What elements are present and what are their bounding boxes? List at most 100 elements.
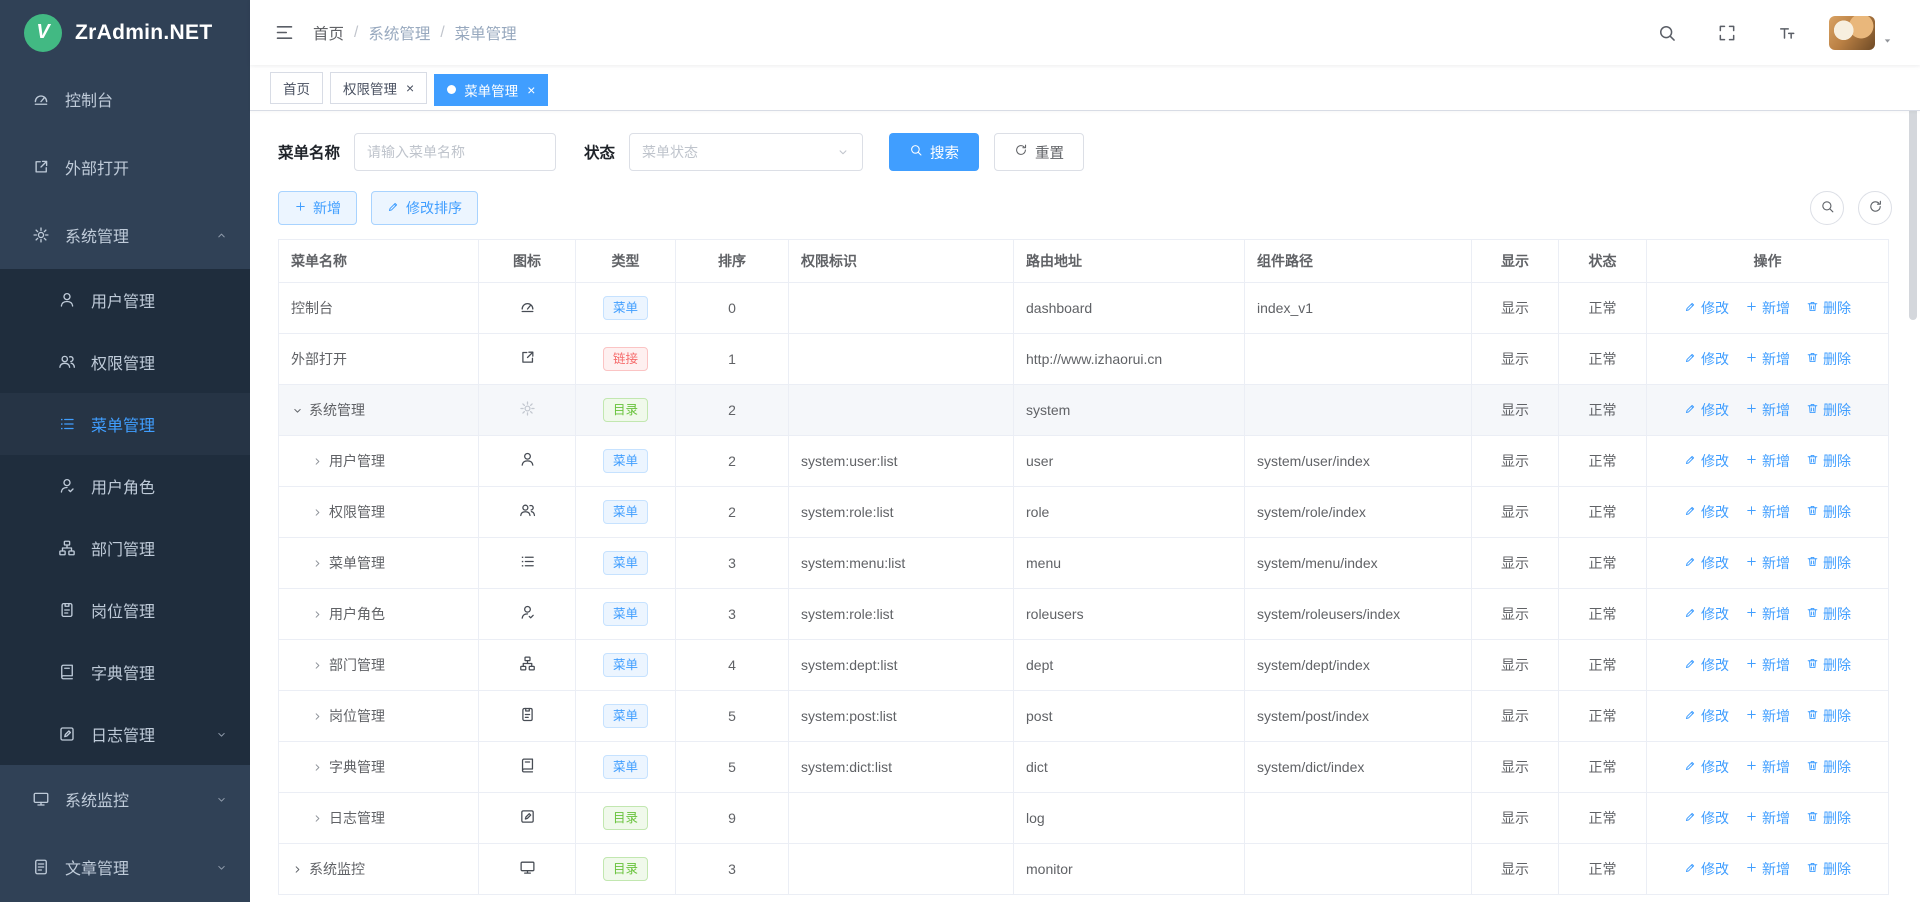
type-tag: 菜单 [603, 296, 648, 320]
table-row: 权限管理菜单2system:role:listrolesystem/role/i… [279, 487, 1889, 538]
add-op-link[interactable]: 新增 [1745, 604, 1790, 624]
tree-expand-chevron-right-icon[interactable] [311, 455, 329, 468]
show-search-toggle-button[interactable] [1810, 191, 1844, 225]
fullscreen-icon[interactable] [1709, 15, 1745, 51]
plus-icon [294, 200, 307, 216]
sidebar-item-article[interactable]: 文章管理 [0, 833, 250, 901]
gear-icon [519, 400, 536, 417]
delete-op-link[interactable]: 删除 [1806, 502, 1851, 522]
tree-expand-chevron-right-icon[interactable] [311, 659, 329, 672]
sidebar-item-label: 文章管理 [65, 855, 207, 879]
table-row: 字典管理菜单5system:dict:listdictsystem/dict/i… [279, 742, 1889, 793]
add-op-link[interactable]: 新增 [1745, 859, 1790, 879]
edit-op-link[interactable]: 修改 [1684, 757, 1729, 777]
app-logo[interactable]: V ZrAdmin.NET [0, 0, 250, 65]
tab-权限管理[interactable]: 权限管理× [330, 72, 427, 104]
edit-op-link[interactable]: 修改 [1684, 502, 1729, 522]
add-button[interactable]: 新增 [278, 191, 357, 225]
edit-op-link[interactable]: 修改 [1684, 553, 1729, 573]
reset-button[interactable]: 重置 [994, 133, 1084, 171]
add-op-link[interactable]: 新增 [1745, 349, 1790, 369]
sidebar-item-dashboard[interactable]: 控制台 [0, 65, 250, 133]
sidebar-item-post-badge[interactable]: 岗位管理 [0, 579, 250, 641]
tree-expand-chevron-down-icon[interactable] [291, 404, 309, 417]
add-op-link[interactable]: 新增 [1745, 298, 1790, 318]
delete-op-link[interactable]: 删除 [1806, 655, 1851, 675]
status-cell: 正常 [1559, 589, 1647, 640]
edit-op-link[interactable]: 修改 [1684, 604, 1729, 624]
delete-op-link[interactable]: 删除 [1806, 400, 1851, 420]
add-op-link[interactable]: 新增 [1745, 553, 1790, 573]
font-size-icon[interactable] [1769, 15, 1805, 51]
edit-op-link[interactable]: 修改 [1684, 706, 1729, 726]
edit-icon [1684, 504, 1697, 520]
edit-op-link[interactable]: 修改 [1684, 808, 1729, 828]
tree-expand-chevron-right-icon[interactable] [291, 863, 309, 876]
delete-op-link[interactable]: 删除 [1806, 349, 1851, 369]
edit-op-link[interactable]: 修改 [1684, 349, 1729, 369]
op-label: 修改 [1701, 808, 1729, 828]
delete-op-link[interactable]: 删除 [1806, 757, 1851, 777]
close-icon[interactable]: × [406, 81, 414, 95]
add-op-link[interactable]: 新增 [1745, 757, 1790, 777]
edit-op-link[interactable]: 修改 [1684, 400, 1729, 420]
tree-expand-chevron-right-icon[interactable] [311, 710, 329, 723]
edit-op-link[interactable]: 修改 [1684, 655, 1729, 675]
breadcrumb-home[interactable]: 首页 [313, 22, 344, 44]
type-cell: 目录 [576, 793, 676, 844]
tab-首页[interactable]: 首页 [270, 72, 323, 104]
sort-cell: 5 [676, 742, 789, 793]
sidebar-item-external-link[interactable]: 外部打开 [0, 133, 250, 201]
sidebar-item-menu-list[interactable]: 菜单管理 [0, 393, 250, 455]
edit-op-link[interactable]: 修改 [1684, 451, 1729, 471]
tree-expand-chevron-right-icon[interactable] [311, 506, 329, 519]
tree-expand-chevron-right-icon[interactable] [311, 761, 329, 774]
tree-expand-chevron-right-icon[interactable] [311, 608, 329, 621]
add-op-link[interactable]: 新增 [1745, 400, 1790, 420]
delete-op-link[interactable]: 删除 [1806, 706, 1851, 726]
type-tag: 菜单 [603, 704, 648, 728]
close-icon[interactable]: × [527, 83, 535, 97]
table-refresh-button[interactable] [1858, 191, 1892, 225]
delete-op-link[interactable]: 删除 [1806, 553, 1851, 573]
edit-op-link[interactable]: 修改 [1684, 859, 1729, 879]
sidebar-item-monitor[interactable]: 系统监控 [0, 765, 250, 833]
table-header-row: 菜单名称图标类型排序权限标识路由地址组件路径显示状态操作 [279, 240, 1889, 283]
header-search-icon[interactable] [1649, 15, 1685, 51]
delete-op-link[interactable]: 删除 [1806, 859, 1851, 879]
menu-name-input[interactable] [367, 144, 543, 160]
type-tag: 目录 [603, 398, 648, 422]
sidebar-item-user-role[interactable]: 用户角色 [0, 455, 250, 517]
sidebar-item-users[interactable]: 权限管理 [0, 331, 250, 393]
search-button[interactable]: 搜索 [889, 133, 979, 171]
add-op-link[interactable]: 新增 [1745, 706, 1790, 726]
table-column-header: 组件路径 [1245, 240, 1472, 283]
sidebar-item-gear[interactable]: 系统管理 [0, 201, 250, 269]
delete-op-link[interactable]: 删除 [1806, 451, 1851, 471]
user-menu[interactable] [1829, 16, 1894, 50]
delete-op-link[interactable]: 删除 [1806, 808, 1851, 828]
tab-菜单管理[interactable]: 菜单管理× [434, 74, 548, 106]
user-avatar[interactable] [1829, 16, 1875, 50]
sidebar-item-dept-tree[interactable]: 部门管理 [0, 517, 250, 579]
tree-expand-chevron-right-icon[interactable] [311, 557, 329, 570]
tree-expand-chevron-right-icon[interactable] [311, 812, 329, 825]
delete-op-link[interactable]: 删除 [1806, 604, 1851, 624]
delete-op-link[interactable]: 删除 [1806, 298, 1851, 318]
add-op-link[interactable]: 新增 [1745, 808, 1790, 828]
op-label: 修改 [1701, 400, 1729, 420]
edit-op-link[interactable]: 修改 [1684, 298, 1729, 318]
edit-sort-button[interactable]: 修改排序 [371, 191, 478, 225]
menu-name: 字典管理 [329, 759, 385, 775]
add-op-link[interactable]: 新增 [1745, 502, 1790, 522]
sidebar-item-log-edit[interactable]: 日志管理 [0, 703, 250, 765]
add-op-link[interactable]: 新增 [1745, 655, 1790, 675]
menu-fold-icon[interactable] [266, 14, 303, 51]
status-select[interactable]: 菜单状态 [629, 133, 863, 171]
log-edit-icon [519, 808, 536, 825]
add-op-link[interactable]: 新增 [1745, 451, 1790, 471]
sidebar-item-user[interactable]: 用户管理 [0, 269, 250, 331]
chevron-down-icon [215, 728, 228, 741]
sidebar-item-dict-book[interactable]: 字典管理 [0, 641, 250, 703]
menu-table: 菜单名称图标类型排序权限标识路由地址组件路径显示状态操作控制台菜单0dashbo… [278, 239, 1889, 895]
